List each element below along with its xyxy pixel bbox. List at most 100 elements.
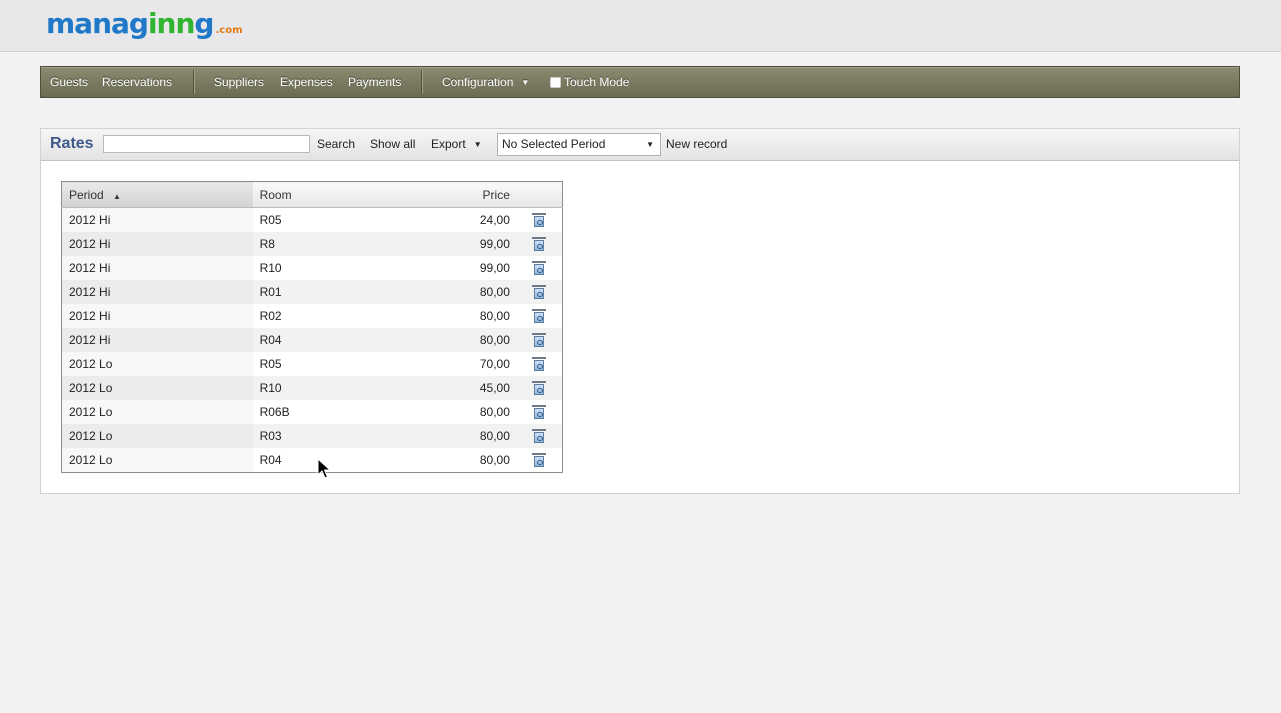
logo-suffix: .com <box>215 25 243 36</box>
caret-down-icon: ▼ <box>521 77 530 87</box>
trash-icon[interactable] <box>532 333 547 348</box>
page-title: Rates <box>50 135 94 152</box>
cell-price: 45,00 <box>420 376 517 400</box>
cell-period: 2012 Lo <box>61 352 253 376</box>
cell-room: R8 <box>252 232 421 256</box>
trash-icon[interactable] <box>532 213 547 228</box>
logo-text-part2: inn <box>147 7 195 40</box>
nav-expenses[interactable]: Expenses <box>280 67 333 97</box>
cell-period: 2012 Hi <box>61 304 253 328</box>
delete-button[interactable] <box>516 256 563 280</box>
table-body: 2012 Hi R05 24,00 2012 Hi R8 99,00 2012 … <box>61 207 563 473</box>
nav-reservations[interactable]: Reservations <box>102 67 172 97</box>
cell-room: R03 <box>252 424 421 448</box>
search-input[interactable] <box>103 135 310 153</box>
trash-icon[interactable] <box>532 309 547 324</box>
main-navbar: Guests Reservations Suppliers Expenses P… <box>40 66 1240 98</box>
delete-button[interactable] <box>516 232 563 256</box>
logo-text-part3: g <box>194 7 214 40</box>
export-button[interactable]: Export ▼ <box>431 137 482 151</box>
trash-icon[interactable] <box>532 429 547 444</box>
cell-price: 99,00 <box>420 256 517 280</box>
managinn-logo[interactable]: managinng .com <box>46 6 243 42</box>
cell-period: 2012 Hi <box>61 232 253 256</box>
cell-period: 2012 Lo <box>61 376 253 400</box>
table-row[interactable]: 2012 Lo R10 45,00 <box>61 376 563 400</box>
cell-room: R05 <box>252 207 421 232</box>
top-header: managinng .com <box>0 0 1281 52</box>
trash-icon[interactable] <box>532 405 547 420</box>
cell-room: R06B <box>252 400 421 424</box>
caret-down-icon: ▼ <box>473 140 482 150</box>
table-row[interactable]: 2012 Lo R06B 80,00 <box>61 400 563 424</box>
delete-button[interactable] <box>516 304 563 328</box>
cell-price: 99,00 <box>420 232 517 256</box>
chevron-down-icon: ▼ <box>646 140 654 149</box>
nav-guests[interactable]: Guests <box>50 67 88 97</box>
nav-configuration-label: Configuration <box>442 75 514 89</box>
table-row[interactable]: 2012 Hi R8 99,00 <box>61 232 563 256</box>
trash-icon[interactable] <box>532 453 547 468</box>
column-header-actions <box>516 181 563 208</box>
cell-room: R02 <box>252 304 421 328</box>
delete-button[interactable] <box>516 280 563 304</box>
cell-room: R04 <box>252 448 421 473</box>
column-header-price[interactable]: Price <box>420 181 517 208</box>
trash-icon[interactable] <box>532 357 547 372</box>
trash-icon[interactable] <box>532 237 547 252</box>
nav-suppliers[interactable]: Suppliers <box>214 67 264 97</box>
cell-period: 2012 Lo <box>61 400 253 424</box>
table-header-row: Period ▲ Room Price <box>61 181 563 208</box>
column-header-room[interactable]: Room <box>252 181 421 208</box>
cell-period: 2012 Hi <box>61 207 253 232</box>
sort-asc-icon: ▲ <box>113 191 121 201</box>
delete-button[interactable] <box>516 207 563 232</box>
cell-period: 2012 Hi <box>61 280 253 304</box>
cell-period: 2012 Hi <box>61 328 253 352</box>
table-row[interactable]: 2012 Hi R02 80,00 <box>61 304 563 328</box>
cell-price: 80,00 <box>420 304 517 328</box>
delete-button[interactable] <box>516 352 563 376</box>
cell-period: 2012 Lo <box>61 424 253 448</box>
show-all-button[interactable]: Show all <box>370 137 415 151</box>
delete-button[interactable] <box>516 448 563 473</box>
table-row[interactable]: 2012 Lo R05 70,00 <box>61 352 563 376</box>
delete-button[interactable] <box>516 424 563 448</box>
cell-price: 24,00 <box>420 207 517 232</box>
column-header-period[interactable]: Period ▲ <box>61 181 253 208</box>
cell-room: R04 <box>252 328 421 352</box>
export-label: Export <box>431 137 466 151</box>
touch-mode-label: Touch Mode <box>564 75 630 89</box>
table-row[interactable]: 2012 Lo R04 80,00 <box>61 448 563 473</box>
touch-mode-toggle[interactable]: Touch Mode <box>550 67 629 97</box>
table-row[interactable]: 2012 Hi R10 99,00 <box>61 256 563 280</box>
nav-configuration[interactable]: Configuration ▼ <box>442 67 529 97</box>
delete-button[interactable] <box>516 328 563 352</box>
table-row[interactable]: 2012 Hi R01 80,00 <box>61 280 563 304</box>
cell-price: 80,00 <box>420 328 517 352</box>
table-row[interactable]: 2012 Hi R04 80,00 <box>61 328 563 352</box>
column-header-label: Price <box>482 187 510 202</box>
nav-separator <box>193 70 195 94</box>
touch-mode-checkbox[interactable] <box>550 77 561 89</box>
trash-icon[interactable] <box>532 381 547 396</box>
delete-button[interactable] <box>516 400 563 424</box>
nav-separator <box>421 70 423 94</box>
cell-price: 80,00 <box>420 424 517 448</box>
nav-payments[interactable]: Payments <box>348 67 401 97</box>
cell-price: 80,00 <box>420 448 517 473</box>
delete-button[interactable] <box>516 376 563 400</box>
cell-price: 80,00 <box>420 280 517 304</box>
trash-icon[interactable] <box>532 261 547 276</box>
panel-toolbar: Rates Search Show all Export ▼ No Selecte… <box>41 129 1239 161</box>
period-select[interactable]: No Selected Period ▼ <box>497 133 661 156</box>
table-row[interactable]: 2012 Lo R03 80,00 <box>61 424 563 448</box>
table-row[interactable]: 2012 Hi R05 24,00 <box>61 207 563 232</box>
rates-table: Period ▲ Room Price 2012 Hi R05 24,00 20… <box>61 181 563 473</box>
cell-room: R05 <box>252 352 421 376</box>
cell-period: 2012 Lo <box>61 448 253 473</box>
search-button[interactable]: Search <box>317 137 355 151</box>
new-record-button[interactable]: New record <box>666 137 727 151</box>
trash-icon[interactable] <box>532 285 547 300</box>
cell-room: R10 <box>252 376 421 400</box>
